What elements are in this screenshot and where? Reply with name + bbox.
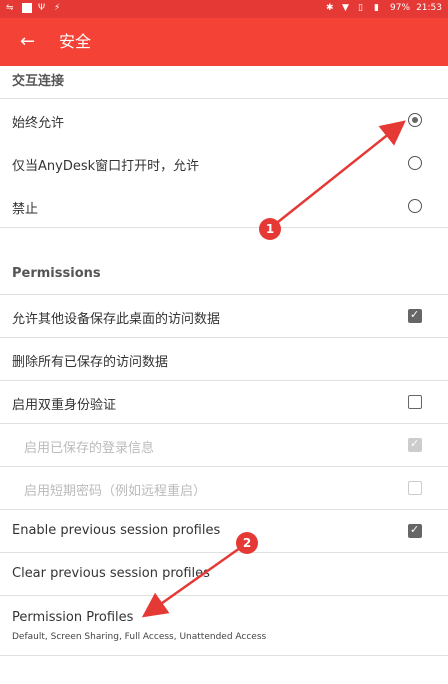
- pref-label-delete-saved: 删除所有已保存的访问数据: [12, 355, 169, 370]
- wifi-icon: ▼: [342, 3, 349, 13]
- bluetooth-icon: ✱: [326, 3, 334, 13]
- pref-label-clear-profiles: Clear previous session profiles: [12, 566, 210, 581]
- status-bar: ⇋ Ψ ⚡ ✱ ▼ ▯ ▮ 97% 21:53: [0, 0, 448, 18]
- radio-allow-when-open[interactable]: [408, 156, 422, 170]
- divider: [0, 227, 448, 228]
- pref-row-clear-profiles[interactable]: Clear previous session profiles: [0, 553, 448, 596]
- radio-row-allow-when-open[interactable]: 仅当AnyDesk窗口打开时，允许: [0, 142, 448, 185]
- pref-label-prev-profiles: Enable previous session profiles: [12, 523, 221, 538]
- battery-percent: 97%: [390, 3, 411, 13]
- pref-label-permission-profiles: Permission Profiles: [12, 610, 134, 625]
- radio-row-deny[interactable]: 禁止: [0, 185, 448, 228]
- section-header-interactive: 交互连接: [12, 74, 65, 89]
- cast-icon: ⇋: [6, 3, 14, 13]
- radio-always-allow[interactable]: [408, 113, 422, 127]
- checkbox-two-factor[interactable]: [408, 395, 422, 409]
- pref-summary-permission-profiles: Default, Screen Sharing, Full Access, Un…: [12, 632, 267, 642]
- checkbox-save-access[interactable]: [408, 308, 422, 323]
- pref-row-saved-login: 启用已保存的登录信息: [0, 424, 448, 467]
- annotation-marker-2: 2: [236, 532, 258, 554]
- page-title: 安全: [59, 32, 92, 51]
- annotation-marker-1: 1: [259, 218, 281, 240]
- divider: [0, 655, 448, 656]
- pref-label-save-access: 允许其他设备保存此桌面的访问数据: [12, 312, 221, 327]
- usb-icon: Ψ: [38, 3, 46, 13]
- back-arrow-icon[interactable]: ←: [20, 30, 44, 54]
- checkbox-saved-login: [408, 437, 422, 452]
- radio-label-deny: 禁止: [12, 202, 39, 217]
- battery-icon: ▮: [374, 3, 379, 13]
- section-header-permissions: Permissions: [12, 266, 101, 281]
- pref-row-two-factor[interactable]: 启用双重身份验证: [0, 381, 448, 424]
- pref-label-short-password: 启用短期密码（例如远程重启）: [24, 484, 207, 499]
- pref-label-two-factor: 启用双重身份验证: [12, 398, 117, 413]
- notification-square-icon: [22, 3, 32, 13]
- app-bar: ← 安全: [0, 18, 448, 66]
- pref-row-prev-profiles[interactable]: Enable previous session profiles: [0, 510, 448, 553]
- radio-deny[interactable]: [408, 199, 422, 213]
- checkbox-short-password: [408, 481, 422, 495]
- clock: 21:53: [416, 3, 442, 13]
- pref-label-saved-login: 启用已保存的登录信息: [24, 441, 155, 456]
- pref-row-delete-saved[interactable]: 删除所有已保存的访问数据: [0, 338, 448, 381]
- pref-row-save-access[interactable]: 允许其他设备保存此桌面的访问数据: [0, 295, 448, 338]
- no-sim-icon: ▯: [358, 3, 363, 13]
- charging-plug-icon: ⚡: [54, 3, 61, 13]
- pref-row-permission-profiles[interactable]: Permission Profiles Default, Screen Shar…: [0, 596, 448, 654]
- radio-row-always-allow[interactable]: 始终允许: [0, 99, 448, 142]
- radio-label-allow-when-open: 仅当AnyDesk窗口打开时，允许: [12, 159, 200, 174]
- pref-row-short-password: 启用短期密码（例如远程重启）: [0, 467, 448, 510]
- radio-label-always-allow: 始终允许: [12, 116, 65, 131]
- checkbox-prev-profiles[interactable]: [408, 523, 422, 538]
